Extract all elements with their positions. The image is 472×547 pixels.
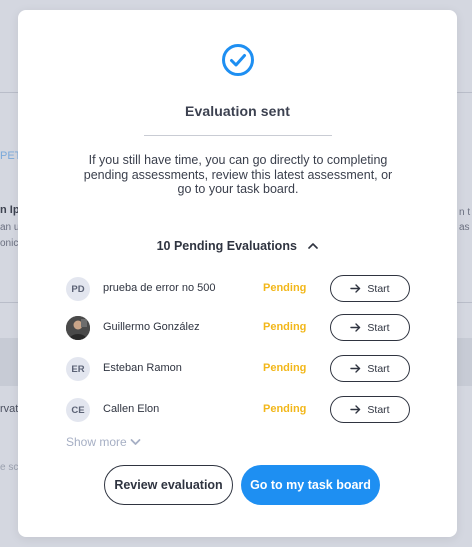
start-button[interactable]: Start <box>330 275 410 302</box>
background-fragment: an u <box>0 222 18 233</box>
chevron-down-icon <box>130 439 141 445</box>
evaluation-row: ER Esteban Ramon Pending Start <box>66 355 410 383</box>
evaluation-name: Callen Elon <box>103 403 160 415</box>
status-badge: Pending <box>263 321 307 333</box>
review-evaluation-button[interactable]: Review evaluation <box>104 465 233 505</box>
background-fragment: e sc <box>0 462 18 473</box>
evaluation-row: CE Callen Elon Pending Start <box>66 396 410 424</box>
title-divider <box>144 135 332 136</box>
show-more-link[interactable]: Show more <box>66 435 141 449</box>
modal-description: If you still have time, you can go direc… <box>83 153 393 196</box>
background-fragment: PET <box>0 150 18 162</box>
pending-evaluations-toggle[interactable]: 10 Pending Evaluations <box>18 239 457 253</box>
evaluation-name: Esteban Ramon <box>103 362 182 374</box>
start-button[interactable]: Start <box>330 314 410 341</box>
background-fragment: rvat <box>0 403 18 415</box>
background-fragment: onic <box>0 238 18 249</box>
status-badge: Pending <box>263 282 307 294</box>
pending-evaluations-label: 10 Pending Evaluations <box>156 239 297 253</box>
start-button[interactable]: Start <box>330 396 410 423</box>
evaluation-sent-modal: Evaluation sent If you still have time, … <box>18 10 457 537</box>
start-button-label: Start <box>367 282 390 295</box>
user-photo-icon <box>66 316 90 340</box>
check-circle-icon <box>222 44 254 76</box>
evaluation-name: Guillermo González <box>103 321 200 333</box>
start-button-label: Start <box>367 403 390 416</box>
background-fragment: n t <box>459 207 471 218</box>
background-fragment: n Ip <box>0 204 18 216</box>
show-more-label: Show more <box>66 435 127 449</box>
arrow-right-icon <box>350 323 361 332</box>
evaluation-row: Guillermo González Pending Start <box>66 314 410 342</box>
avatar: ER <box>66 357 90 381</box>
evaluation-row: PD prueba de error no 500 Pending Start <box>66 275 410 303</box>
modal-title: Evaluation sent <box>185 103 290 119</box>
task-board-button[interactable]: Go to my task board <box>241 465 380 505</box>
background-fragment: as <box>459 222 470 233</box>
start-button-label: Start <box>367 321 390 334</box>
start-button-label: Start <box>367 362 390 375</box>
start-button[interactable]: Start <box>330 355 410 382</box>
arrow-right-icon <box>350 405 361 414</box>
status-badge: Pending <box>263 362 307 374</box>
status-badge: Pending <box>263 403 307 415</box>
avatar: CE <box>66 398 90 422</box>
avatar <box>66 316 90 340</box>
arrow-right-icon <box>350 284 361 293</box>
arrow-right-icon <box>350 364 361 373</box>
chevron-up-icon <box>308 243 319 249</box>
avatar: PD <box>66 277 90 301</box>
evaluation-name: prueba de error no 500 <box>103 282 216 294</box>
